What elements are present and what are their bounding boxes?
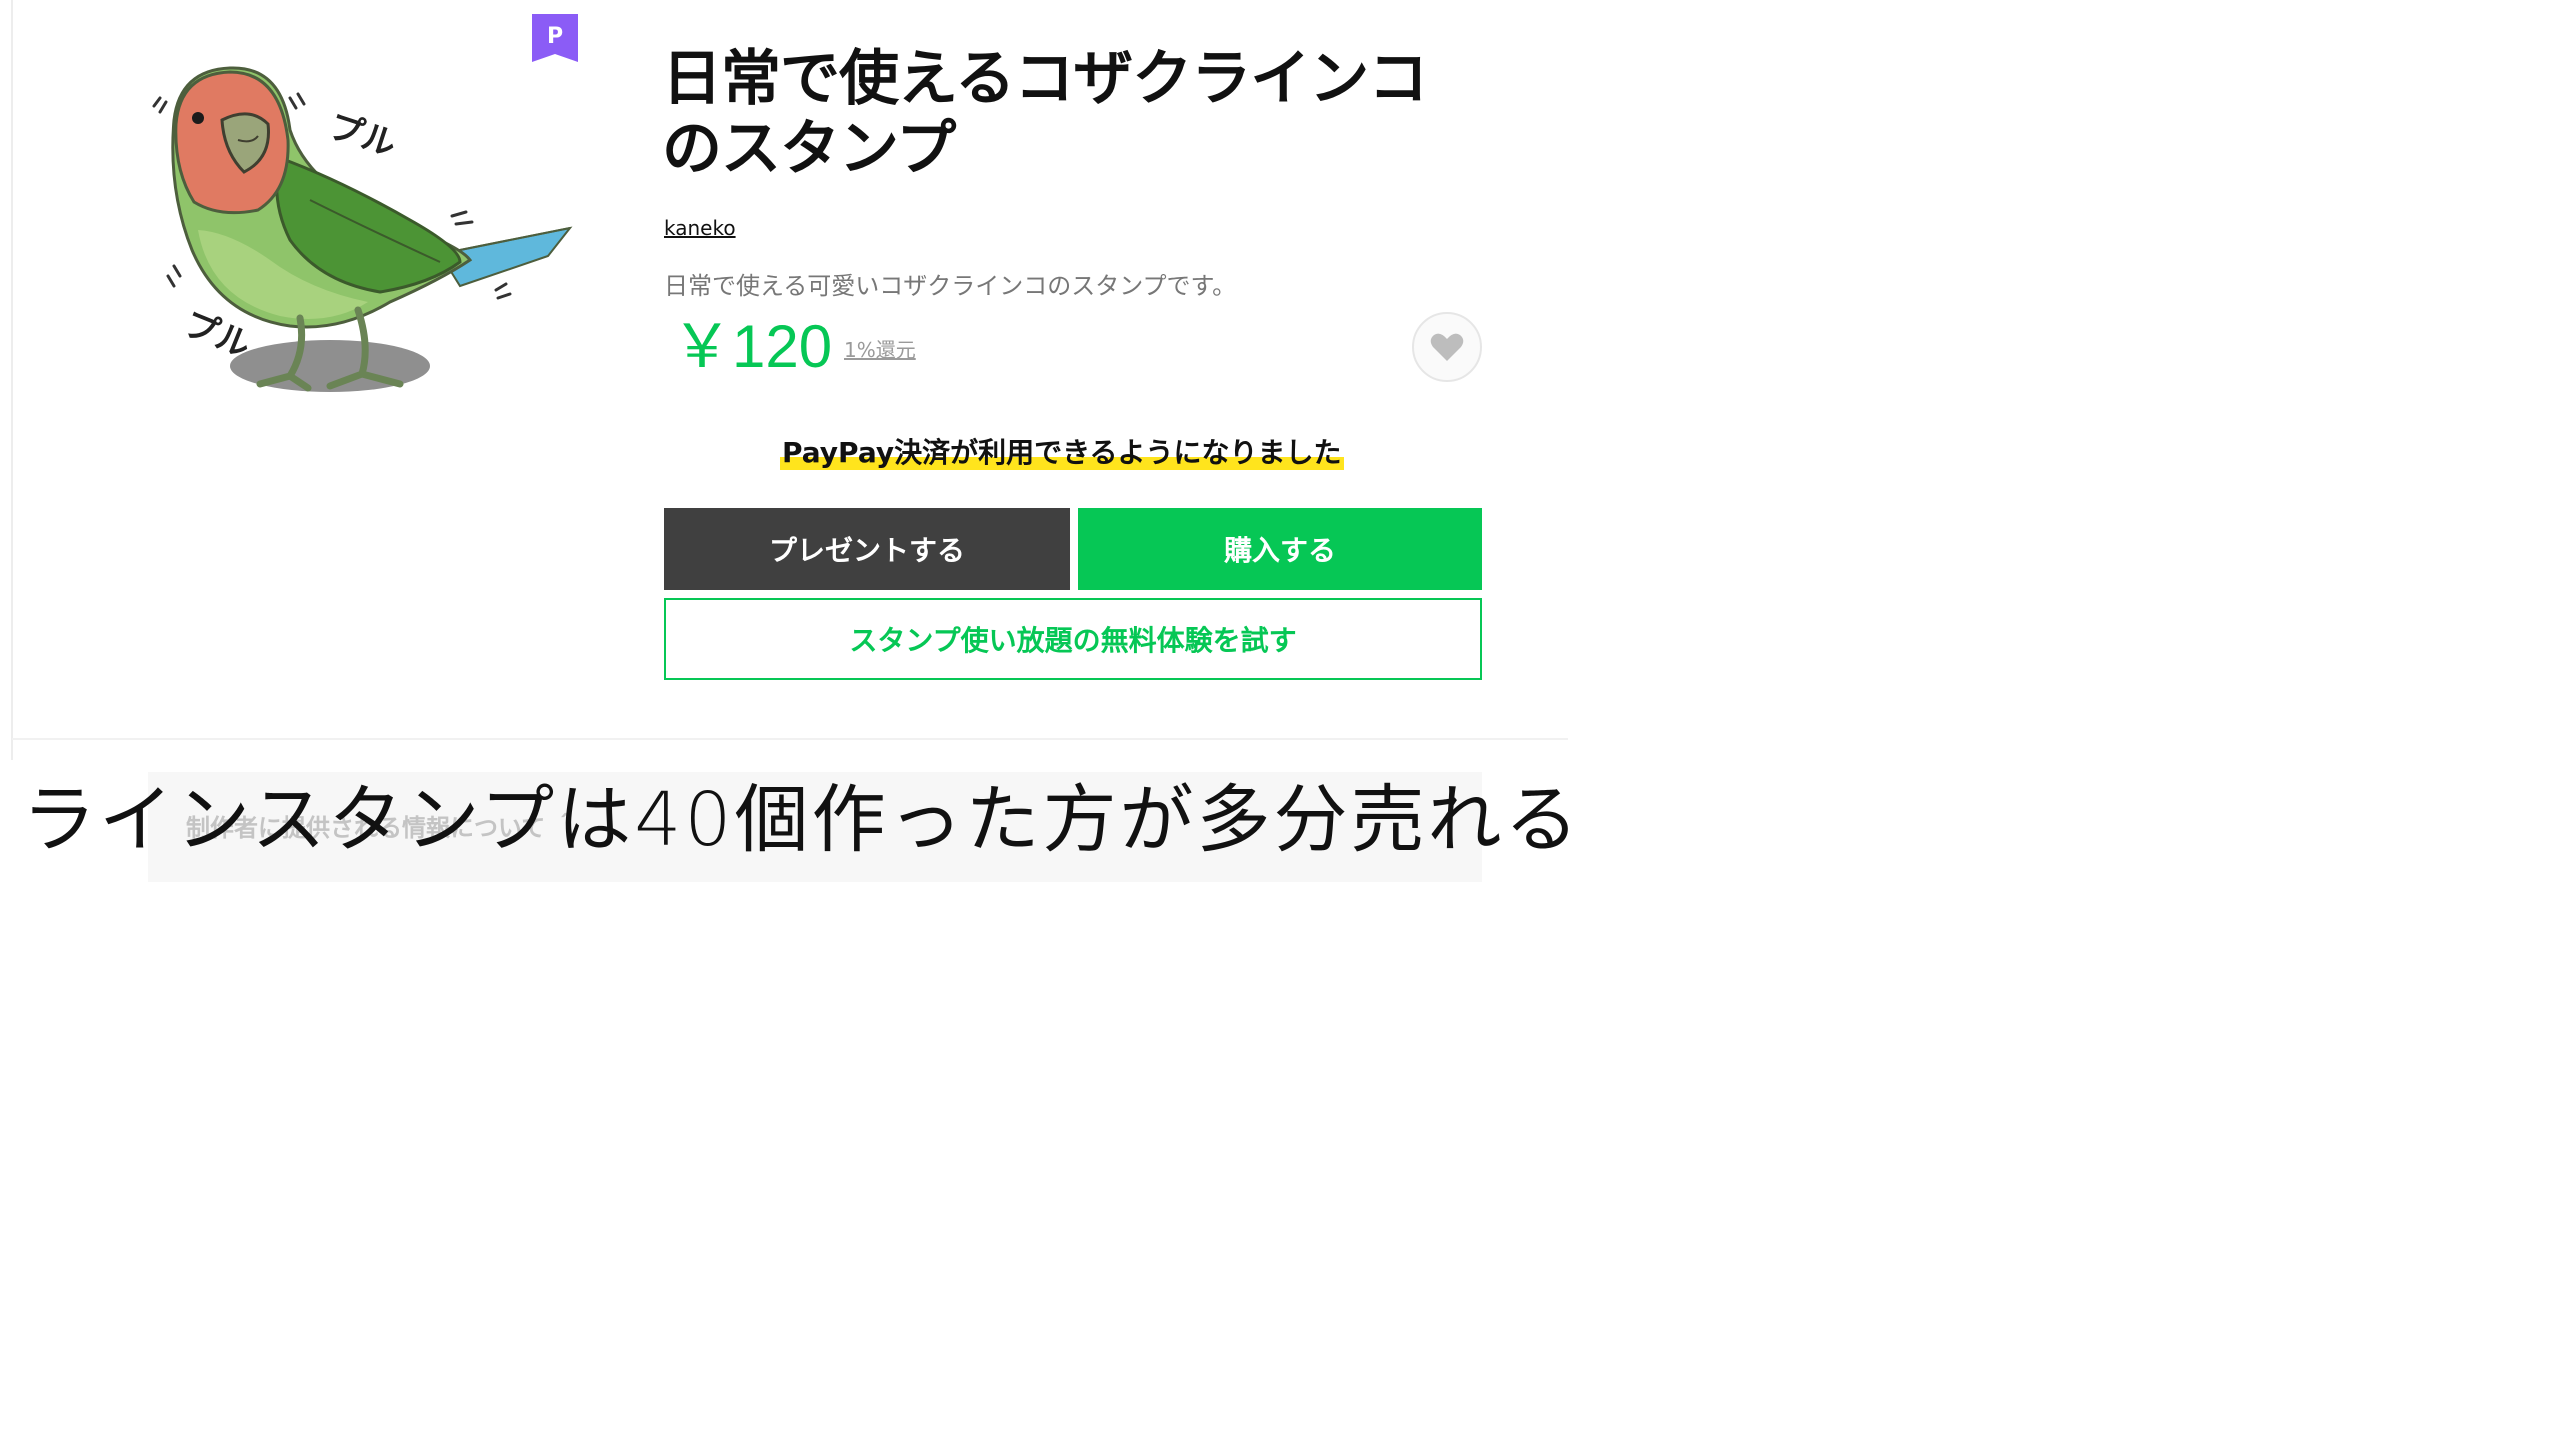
heart-icon bbox=[1430, 333, 1464, 361]
buy-button[interactable]: 購入する bbox=[1078, 508, 1482, 590]
overlay-caption: ラインスタンプは40個作った方が多分売れる bbox=[22, 777, 1582, 863]
premium-badge-label: P bbox=[547, 24, 563, 49]
premium-badge-icon: P bbox=[532, 14, 578, 62]
author-link[interactable]: kaneko bbox=[664, 216, 736, 240]
favorite-button[interactable] bbox=[1412, 312, 1482, 382]
sfx-text-top: プル bbox=[324, 106, 401, 165]
product-title-line2: のスタンプ bbox=[662, 114, 956, 184]
paypay-notice: PayPay決済が利用できるようになりました bbox=[780, 436, 1344, 470]
page-left-border bbox=[11, 0, 13, 760]
product-title: 日常で使えるコザクラインコ のスタンプ bbox=[662, 44, 1482, 184]
section-divider bbox=[12, 738, 1568, 740]
present-button[interactable]: プレゼントする bbox=[664, 508, 1070, 590]
product-title-line1: 日常で使えるコザクラインコ bbox=[662, 44, 1428, 114]
sticker-main-image: プル プル bbox=[140, 40, 590, 420]
product-description: 日常で使える可愛いコザクラインコのスタンプです。 bbox=[664, 272, 1237, 300]
sfx-text-bottom: プル bbox=[178, 304, 256, 367]
product-price: ￥120 bbox=[672, 313, 833, 380]
cashback-link[interactable]: 1%還元 bbox=[844, 334, 916, 363]
lovebird-sticker-illustration: プル プル bbox=[152, 66, 573, 392]
free-trial-button[interactable]: スタンプ使い放題の無料体験を試す bbox=[664, 598, 1482, 680]
